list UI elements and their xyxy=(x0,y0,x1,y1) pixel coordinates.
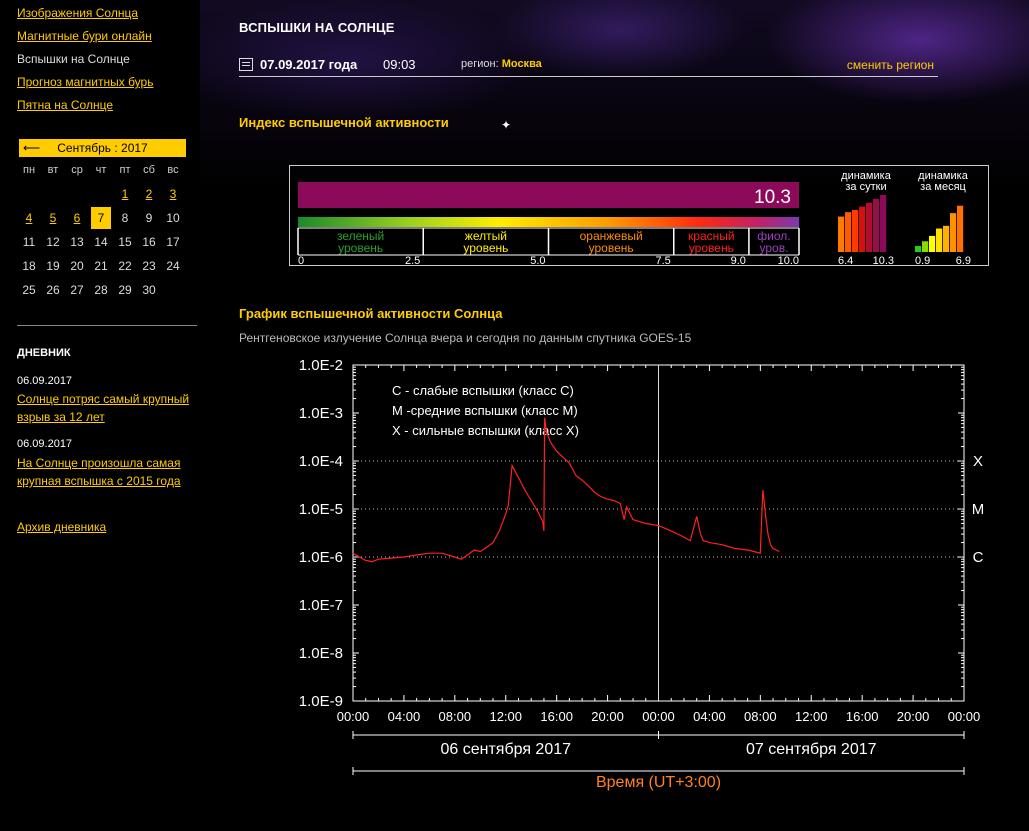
monthly-dynamics-bar xyxy=(929,235,936,252)
scale-gradient xyxy=(298,217,799,227)
monthly-dynamics-bar xyxy=(915,245,922,252)
daily-dynamics-bar xyxy=(852,209,859,252)
legend-entry: C - слабые вспышки (класс C) xyxy=(392,383,574,398)
main-content: ВСПЫШКИ НА СОЛНЦЕ 07.09.2017 года 09:03 … xyxy=(0,0,1029,831)
scale-tick-label: 10.0 xyxy=(778,255,799,265)
monthly-dynamics-min: 0.9 xyxy=(915,255,930,265)
index-value-bar xyxy=(298,182,799,208)
current-time: 09:03 xyxy=(383,57,416,72)
y-tick-label: 1.0E-8 xyxy=(299,645,343,662)
index-value: 10.3 xyxy=(754,187,791,208)
scale-tick-label: 2.5 xyxy=(405,255,420,265)
x-tick-label: 00:00 xyxy=(337,709,370,724)
graph-title: График вспышечной активности Солнца xyxy=(239,306,503,321)
y-tick-label: 1.0E-2 xyxy=(299,357,343,374)
x-tick-label: 08:00 xyxy=(439,709,472,724)
day-label: 06 сентября 2017 xyxy=(440,741,571,758)
scale-tick-label: 0 xyxy=(298,255,304,265)
current-date: 07.09.2017 года xyxy=(260,57,358,72)
monthly-dynamics-bar xyxy=(957,205,964,252)
day-label: 07 сентября 2017 xyxy=(746,741,877,758)
legend-entry: M -средние вспышки (класс M) xyxy=(392,403,578,418)
xray-flux-line xyxy=(352,417,780,563)
page-title: ВСПЫШКИ НА СОЛНЦЕ xyxy=(239,20,395,35)
daily-dynamics-bar xyxy=(838,216,845,252)
scale-level-label: уровень xyxy=(338,241,383,255)
scale-level-label: уровень xyxy=(463,241,508,255)
x-tick-label: 00:00 xyxy=(948,709,981,724)
monthly-dynamics-max: 6.9 xyxy=(956,255,971,265)
daily-dynamics-bar xyxy=(845,212,852,252)
scale-level-label: уровень xyxy=(589,241,634,255)
region-value: Москва xyxy=(501,58,542,70)
region-label: регион: xyxy=(461,58,499,70)
x-tick-label: 12:00 xyxy=(489,709,522,724)
scale-tick-label: 7.5 xyxy=(655,255,670,265)
flare-index-panel: 10.3 зеленый уровень желтый уровень оранжевый… xyxy=(289,165,989,267)
class-label: X xyxy=(973,453,983,470)
scale-level-label: уровень xyxy=(689,241,734,255)
y-tick-label: 1.0E-4 xyxy=(299,453,343,470)
x-tick-label: 20:00 xyxy=(591,709,624,724)
x-tick-label: 16:00 xyxy=(540,709,573,724)
date-line: 07.09.2017 года 09:03 регион: Москва сме… xyxy=(239,56,938,77)
graph-subtitle: Рентгеновское излучение Солнца вчера и с… xyxy=(239,331,692,345)
x-tick-label: 20:00 xyxy=(897,709,930,724)
class-label: C xyxy=(973,549,984,566)
daily-dynamics-bar xyxy=(866,202,873,252)
monthly-dynamics-bar xyxy=(943,225,950,252)
x-tick-label: 04:00 xyxy=(693,709,726,724)
x-tick-label: 00:00 xyxy=(642,709,675,724)
daily-dynamics-min: 6.4 xyxy=(838,255,853,265)
x-tick-label: 08:00 xyxy=(744,709,777,724)
scale-level-label: уров. xyxy=(759,241,788,255)
daily-dynamics-bar xyxy=(859,206,866,252)
class-label: M xyxy=(972,501,985,518)
daily-dynamics-max: 10.3 xyxy=(873,255,894,265)
monthly-dynamics-bar xyxy=(922,241,929,252)
scale-tick-label: 5.0 xyxy=(530,255,545,265)
daily-dynamics-title: за сутки xyxy=(845,181,886,193)
flare-index-graphic: 10.3зеленыйуровеньжелтыйуровеньоранжевый… xyxy=(297,170,971,267)
region-info: регион: Москва xyxy=(461,58,542,70)
y-tick-label: 1.0E-3 xyxy=(299,405,343,422)
y-tick-label: 1.0E-7 xyxy=(299,597,343,614)
daily-dynamics-bar xyxy=(873,198,880,252)
y-tick-label: 1.0E-6 xyxy=(299,549,343,566)
x-tick-label: 04:00 xyxy=(388,709,421,724)
calendar-icon xyxy=(239,58,253,71)
x-tick-label: 16:00 xyxy=(846,709,879,724)
star-icon: ✦ xyxy=(501,118,512,132)
y-tick-label: 1.0E-9 xyxy=(299,693,343,710)
monthly-dynamics-title: за месяц xyxy=(920,181,966,193)
y-tick-label: 1.0E-5 xyxy=(299,501,343,518)
scale-tick-label: 9.0 xyxy=(731,255,746,265)
daily-dynamics-bar xyxy=(880,195,887,252)
x-axis-label: Время (UT+3:00) xyxy=(596,774,721,791)
xray-flux-chart: 1.0E-2 1.0E-3 1.0E-4 1.0E-5 1.0E-6 1.0E-7 1.0E… xyxy=(299,357,985,791)
legend-entry: X - сильные вспышки (класс X) xyxy=(392,423,579,438)
monthly-dynamics-bar xyxy=(950,213,957,252)
x-tick-label: 12:00 xyxy=(795,709,828,724)
index-title: Индекс вспышечной активности xyxy=(239,115,449,130)
monthly-dynamics-bar xyxy=(936,228,943,252)
change-region-link[interactable]: сменить регион xyxy=(847,58,934,72)
